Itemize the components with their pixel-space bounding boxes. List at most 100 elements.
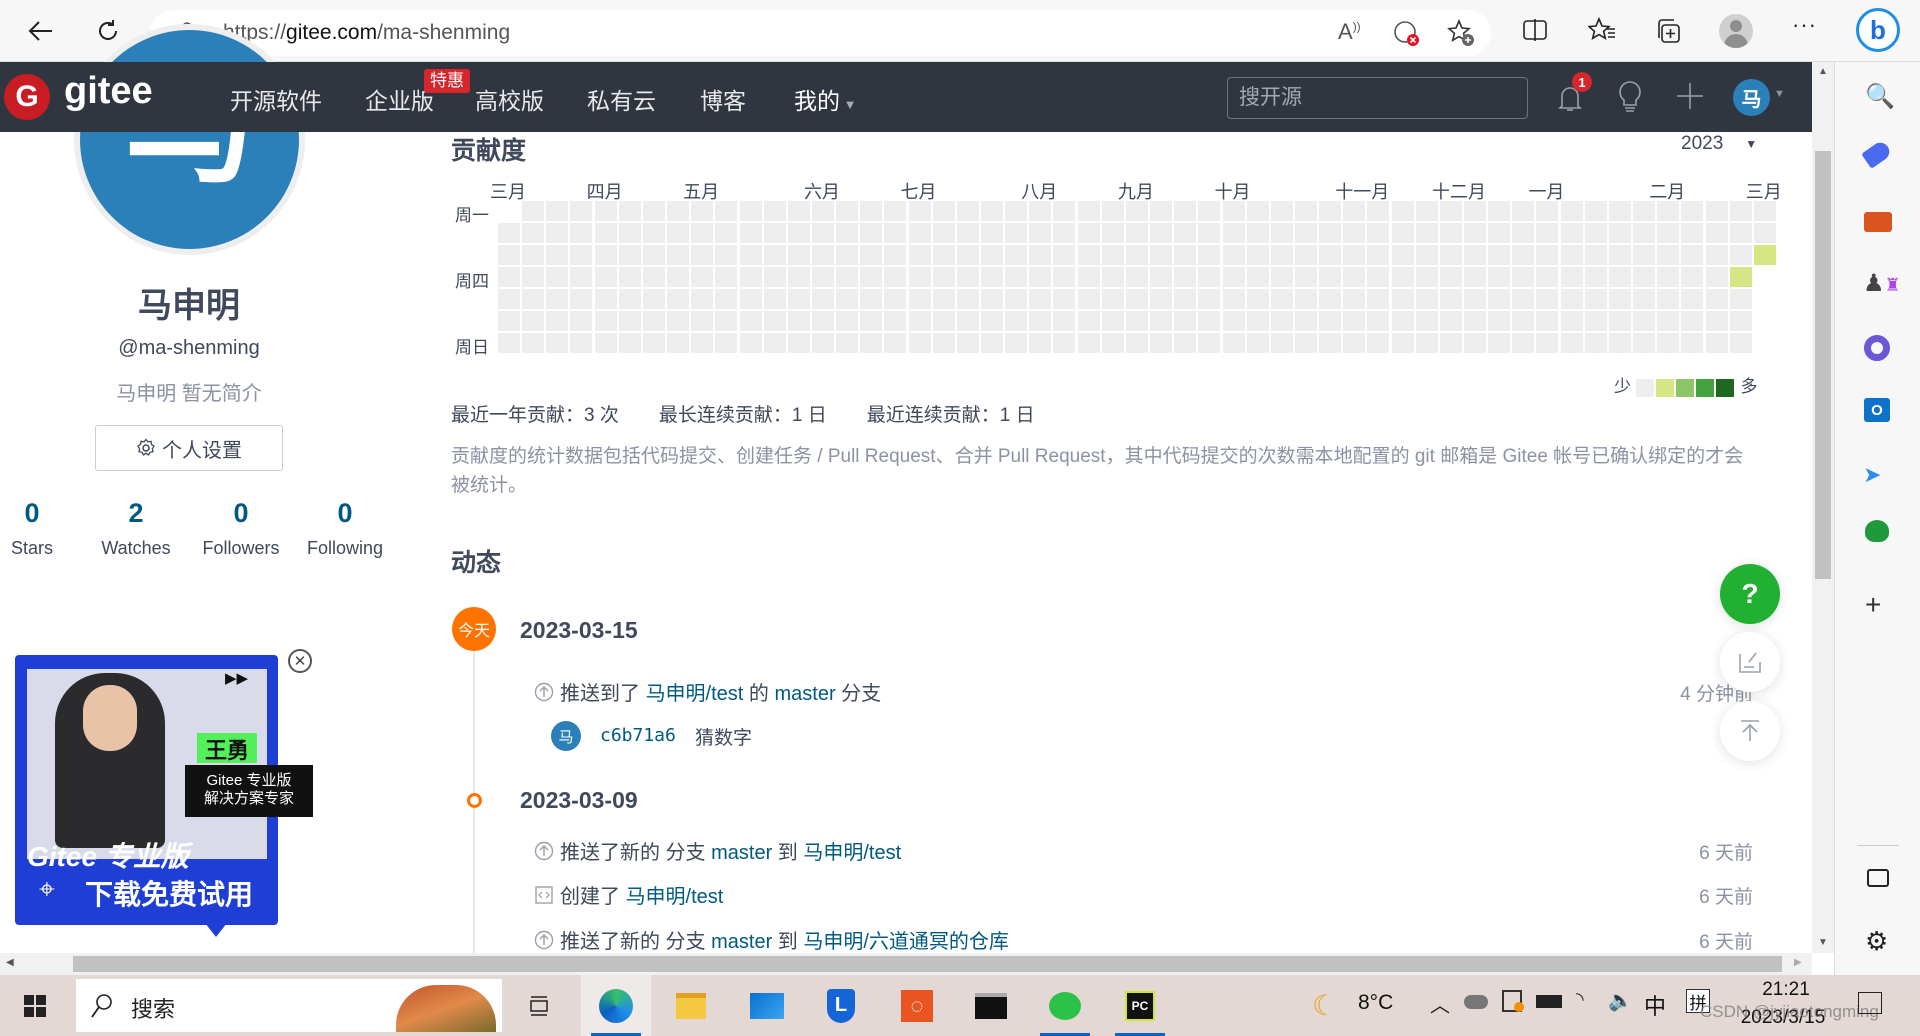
contribution-day[interactable]: [1198, 201, 1221, 221]
url-text[interactable]: https://gitee.com/ma-shenming: [223, 21, 510, 45]
contribution-day[interactable]: [1488, 289, 1511, 309]
contribution-day[interactable]: [1729, 267, 1752, 287]
contribution-day[interactable]: [1584, 267, 1607, 287]
contribution-day[interactable]: [1657, 333, 1680, 353]
contribution-day[interactable]: [787, 201, 810, 221]
contribution-day[interactable]: [1464, 289, 1486, 309]
contribution-day[interactable]: [860, 267, 883, 287]
contribution-day[interactable]: [1053, 223, 1076, 243]
contribution-day[interactable]: [1246, 245, 1269, 265]
contribution-day[interactable]: [1077, 267, 1100, 287]
contribution-day[interactable]: [811, 245, 834, 265]
contribution-day[interactable]: [1125, 223, 1148, 243]
contribution-day[interactable]: [1101, 223, 1124, 243]
start-button[interactable]: [0, 975, 70, 1036]
nav-education[interactable]: 高校版: [475, 82, 544, 116]
contribution-day[interactable]: [763, 267, 786, 287]
contribution-day[interactable]: [1246, 223, 1269, 243]
contribution-day[interactable]: [787, 333, 810, 353]
contribution-day[interactable]: [1319, 245, 1342, 265]
contribution-day[interactable]: [1584, 311, 1607, 331]
contribution-day[interactable]: [1705, 333, 1728, 353]
contribution-day[interactable]: [1029, 245, 1052, 265]
contribution-day[interactable]: [522, 201, 545, 221]
tray-chevron-icon[interactable]: ︿: [1430, 989, 1450, 1018]
contribution-day[interactable]: [932, 201, 955, 221]
contribution-day[interactable]: [811, 311, 834, 331]
gitee-logo-icon[interactable]: G: [4, 74, 50, 120]
contribution-day[interactable]: [1681, 223, 1704, 243]
contribution-day[interactable]: [546, 223, 569, 243]
contribution-day[interactable]: [787, 245, 810, 265]
contribution-day[interactable]: [715, 245, 738, 265]
contribution-day[interactable]: [1391, 311, 1414, 331]
contribution-day[interactable]: [1608, 311, 1631, 331]
contribution-day[interactable]: [1536, 289, 1559, 309]
contribution-day[interactable]: [1174, 289, 1197, 309]
contribution-day[interactable]: [1536, 267, 1559, 287]
commit-hash-link[interactable]: c6b71a6: [600, 725, 676, 746]
contribution-day[interactable]: [763, 201, 786, 221]
contribution-day[interactable]: [1053, 201, 1076, 221]
ime-language[interactable]: 中: [1644, 989, 1666, 1021]
contribution-day[interactable]: [1053, 311, 1076, 331]
contribution-day[interactable]: [1270, 223, 1293, 243]
sidebar-panel-icon[interactable]: [1867, 869, 1889, 887]
contribution-day[interactable]: [715, 223, 738, 243]
contribution-day[interactable]: [594, 223, 617, 243]
stat-followers[interactable]: 0 Followers: [181, 498, 301, 559]
wifi-icon[interactable]: ◝: [1576, 987, 1584, 1012]
contribution-day[interactable]: [642, 333, 665, 353]
contribution-day[interactable]: [836, 289, 859, 309]
contribution-day[interactable]: [594, 201, 617, 221]
back-to-top-button[interactable]: [1720, 701, 1780, 761]
contribution-day[interactable]: [836, 333, 859, 353]
contribution-day[interactable]: [546, 289, 569, 309]
contribution-day[interactable]: [763, 223, 786, 243]
contribution-day[interactable]: [1005, 245, 1028, 265]
contribution-day[interactable]: [1391, 289, 1414, 309]
contribution-day[interactable]: [884, 201, 907, 221]
contribution-day[interactable]: [691, 245, 714, 265]
split-screen-icon[interactable]: [1522, 18, 1548, 42]
contribution-day[interactable]: [1512, 311, 1535, 331]
contribution-day[interactable]: [1729, 289, 1752, 309]
contribution-day[interactable]: [836, 223, 859, 243]
repo-link[interactable]: 马申明/test: [803, 842, 901, 864]
feedback-button[interactable]: [1720, 632, 1780, 692]
contribution-day[interactable]: [1729, 311, 1752, 331]
branch-link[interactable]: master: [711, 842, 772, 864]
contribution-day[interactable]: [1319, 201, 1342, 221]
contribution-day[interactable]: [546, 333, 569, 353]
nav-mine[interactable]: 我的 ▼: [794, 82, 856, 116]
contribution-day[interactable]: [667, 201, 690, 221]
contribution-day[interactable]: [1415, 333, 1438, 353]
notification-center-icon[interactable]: [1858, 992, 1882, 1014]
contribution-day[interactable]: [1536, 333, 1559, 353]
repo-link[interactable]: 马申明/test: [646, 683, 744, 705]
contribution-day[interactable]: [618, 223, 641, 243]
contribution-day[interactable]: [1488, 311, 1511, 331]
contribution-day[interactable]: [1367, 201, 1390, 221]
contribution-day[interactable]: [1343, 289, 1366, 309]
vertical-scrollbar[interactable]: ▲ ▼: [1812, 62, 1834, 953]
contribution-day[interactable]: [1294, 201, 1317, 221]
contribution-day[interactable]: [1343, 201, 1366, 221]
contribution-day[interactable]: [1633, 289, 1656, 309]
scroll-left-icon[interactable]: ◀: [6, 957, 14, 968]
contribution-day[interactable]: [1391, 333, 1414, 353]
contribution-day[interactable]: [1005, 223, 1028, 243]
contribution-day[interactable]: [1415, 223, 1438, 243]
nav-open-source[interactable]: 开源软件: [230, 82, 322, 116]
contribution-day[interactable]: [522, 267, 545, 287]
contribution-day[interactable]: [1560, 223, 1583, 243]
contribution-day[interactable]: [1512, 245, 1535, 265]
contribution-day[interactable]: [908, 267, 931, 287]
contribution-day[interactable]: [1222, 245, 1245, 265]
contribution-day[interactable]: [642, 267, 665, 287]
contribution-day[interactable]: [908, 245, 931, 265]
contribution-day[interactable]: [981, 223, 1003, 243]
contribution-day[interactable]: [1633, 333, 1656, 353]
contribution-day[interactable]: [1150, 289, 1173, 309]
contribution-day[interactable]: [932, 245, 955, 265]
